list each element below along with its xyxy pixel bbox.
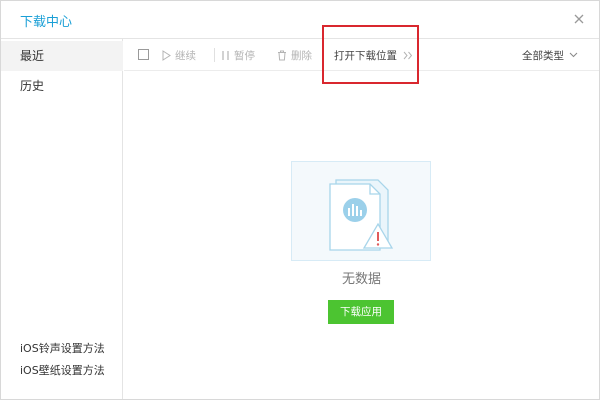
document-warning-icon	[329, 179, 394, 251]
download-center-window: 下载中心 最近 历史 iOS铃声设置方法 iOS壁纸设置方法 继续 暂停 删除 …	[0, 0, 600, 400]
pause-label: 暂停	[234, 49, 255, 62]
delete-label: 删除	[291, 49, 312, 62]
empty-state-illustration	[291, 161, 431, 261]
chevron-down-icon	[569, 52, 578, 58]
play-icon	[162, 49, 171, 61]
download-app-button[interactable]: 下载应用	[328, 300, 394, 324]
open-download-location-button[interactable]: 打开下载位置	[334, 39, 413, 71]
ios-wallpaper-guide-link[interactable]: iOS壁纸设置方法	[20, 362, 105, 378]
select-all-checkbox[interactable]	[138, 49, 149, 60]
type-filter-dropdown[interactable]: 全部类型	[522, 39, 578, 71]
type-filter-label: 全部类型	[522, 49, 564, 62]
empty-state-text: 无数据	[341, 272, 381, 287]
pause-icon	[222, 50, 229, 60]
toolbar: 继续 暂停 删除 打开下载位置 全部类型	[124, 39, 599, 71]
toolbar-divider	[214, 48, 215, 62]
double-chevron-right-icon	[403, 51, 413, 59]
resume-button[interactable]: 继续	[162, 39, 196, 71]
download-list-area: 无数据 下载应用	[124, 72, 599, 399]
sidebar-item-recent[interactable]: 最近	[1, 41, 123, 71]
close-icon	[574, 14, 584, 24]
title-bar: 下载中心	[1, 1, 599, 39]
open-download-location-label: 打开下载位置	[334, 49, 397, 62]
ios-ringtone-guide-link[interactable]: iOS铃声设置方法	[20, 340, 105, 356]
resume-label: 继续	[175, 49, 196, 62]
window-title: 下载中心	[20, 15, 73, 30]
sidebar-item-history[interactable]: 历史	[1, 71, 123, 101]
sidebar: 最近 历史 iOS铃声设置方法 iOS壁纸设置方法	[1, 39, 123, 399]
trash-icon	[278, 50, 286, 60]
close-button[interactable]	[569, 9, 589, 29]
pause-button[interactable]: 暂停	[221, 39, 255, 71]
delete-button[interactable]: 删除	[277, 39, 312, 71]
